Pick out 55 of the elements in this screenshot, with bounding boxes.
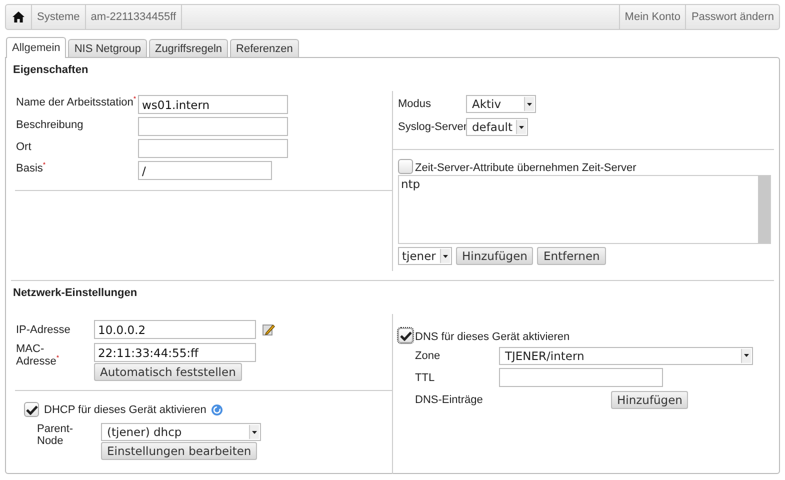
field-label: Beschreibung: [16, 118, 84, 132]
action-button[interactable]: Hinzufügen: [456, 247, 534, 265]
tab[interactable]: Allgemein: [6, 37, 66, 58]
checkbox[interactable]: [24, 402, 39, 417]
text-field[interactable]: 10.0.0.2: [94, 320, 256, 339]
edit-settings-button[interactable]: Einstellungen bearbeiten: [101, 442, 258, 460]
checkbox[interactable]: [398, 159, 413, 174]
field-label: Zone: [415, 350, 442, 362]
checkbox-label: DHCP für dieses Gerät aktivieren: [44, 404, 206, 416]
text-field[interactable]: [138, 117, 288, 136]
dropdown[interactable]: (tjener) dhcp: [101, 423, 261, 441]
field-label: IP-Adresse: [16, 324, 72, 336]
scrollbar[interactable]: [758, 176, 770, 243]
dropdown[interactable]: tjener: [398, 247, 452, 265]
add-button[interactable]: Hinzufügen: [611, 390, 688, 408]
section-title: Netzwerk-Einstellungen: [12, 286, 138, 301]
pencil-icon[interactable]: [262, 323, 275, 336]
breadcrumb-link[interactable]: am-2211334455ff: [86, 5, 182, 29]
list-item[interactable]: ntp: [401, 177, 756, 191]
refresh-icon[interactable]: [211, 404, 224, 416]
field-label: Modus: [398, 98, 432, 110]
caret-icon: [519, 126, 524, 128]
section-title: Eigenschaften: [12, 63, 90, 78]
text-field[interactable]: [138, 139, 288, 158]
checkbox[interactable]: [398, 328, 413, 343]
caret-icon: [527, 102, 532, 106]
field-label: DNS-Einträge: [415, 394, 484, 406]
text-field[interactable]: [499, 368, 663, 387]
home-icon: [12, 11, 25, 23]
account-link[interactable]: Passwort ändern: [685, 5, 779, 29]
checkbox-label: DNS für dieses Gerät aktivieren: [415, 331, 570, 343]
tab[interactable]: Referenzen: [230, 39, 299, 57]
field-label: Syslog-Server: [398, 121, 466, 133]
dropdown[interactable]: Aktiv: [466, 95, 536, 113]
field-label: Ort: [16, 140, 32, 154]
caret-icon: [443, 254, 448, 258]
dropdown[interactable]: default: [466, 118, 528, 136]
detect-button[interactable]: Automatisch feststellen: [94, 363, 242, 381]
text-field[interactable]: /: [138, 161, 272, 180]
tab[interactable]: Zugriffsregeln: [148, 39, 228, 57]
checkbox-label: Zeit-Server-Attribute übernehmen Zeit-Server: [415, 162, 636, 174]
text-field[interactable]: 22:11:33:44:55:ff: [94, 343, 256, 362]
field-label: TTL: [415, 372, 436, 384]
action-button[interactable]: Entfernen: [537, 247, 606, 265]
caret-icon: [744, 354, 749, 357]
account-link[interactable]: Mein Konto: [618, 5, 686, 29]
server-list[interactable]: ntp: [398, 175, 771, 244]
field-label: Name der Arbeitsstation$^{*}$: [16, 96, 136, 111]
caret-icon: [252, 430, 257, 434]
dropdown[interactable]: TJENER/intern: [499, 346, 753, 364]
tab[interactable]: NIS Netgroup: [68, 39, 147, 57]
field-label: Basis$^{*}$: [16, 162, 47, 177]
text-field[interactable]: ws01.intern: [138, 95, 288, 114]
breadcrumb-link[interactable]: Systeme: [32, 5, 86, 29]
field-label: Parent-Node: [37, 423, 74, 447]
